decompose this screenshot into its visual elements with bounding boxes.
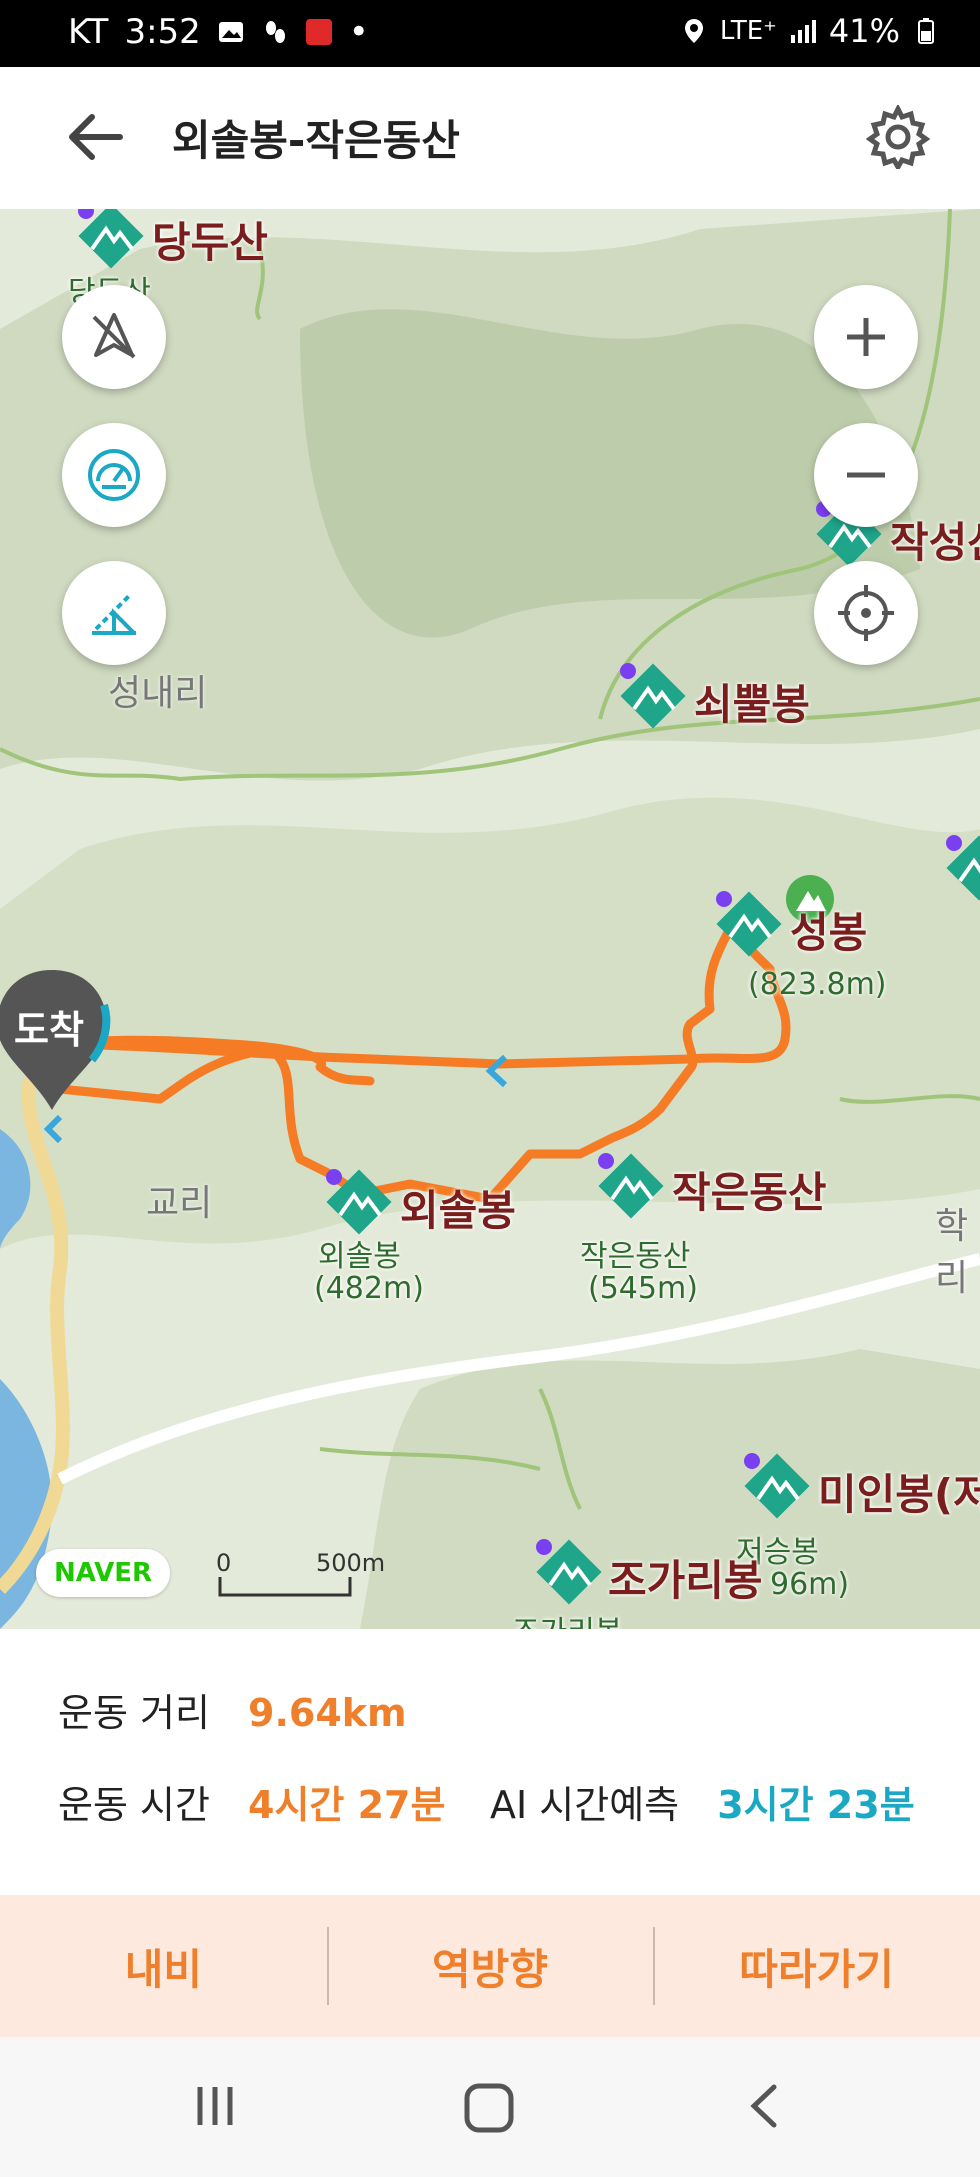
peak-label: 성봉 <box>790 908 868 957</box>
mountain-peak-icon[interactable] <box>324 1167 394 1237</box>
peak-sub-label: 작은동산 <box>580 1239 691 1274</box>
peak-label: 미인봉(저 <box>818 1470 980 1519</box>
navi-button[interactable]: 내비 <box>0 1895 327 2037</box>
peak-sub-label: 외솔봉 <box>318 1239 401 1274</box>
peak-sub-label: (823.8m) <box>748 967 887 1002</box>
arrival-label: 도착 <box>14 1008 84 1052</box>
ai-time-row: AI 시간예측 3시간 23분 <box>490 1774 915 1829</box>
time-label: 운동 시간 <box>58 1783 210 1827</box>
location-icon <box>684 19 703 43</box>
mountain-peak-icon[interactable] <box>76 209 146 271</box>
time-value: 4시간 27분 <box>248 1783 446 1827</box>
clock: 3:52 <box>124 12 201 52</box>
gallery-icon <box>218 22 243 42</box>
slope-button[interactable] <box>62 561 166 665</box>
action-bar: 내비 역방향 따라가기 <box>0 1895 980 2037</box>
mountain-peak-icon[interactable] <box>618 661 688 731</box>
recents-icon[interactable] <box>190 2081 240 2131</box>
time-row: 운동 시간 4시간 27분 <box>58 1774 445 1829</box>
page-title: 외솔봉-작은동산 <box>172 116 460 165</box>
app-header: 외솔봉-작은동산 <box>0 67 980 209</box>
peak-label: 조가리봉 <box>608 1556 763 1605</box>
peak-label: 작성산 <box>890 518 980 567</box>
locate-button[interactable] <box>814 561 918 665</box>
peak-label: 외솔봉 <box>400 1186 516 1235</box>
slope-icon <box>92 593 136 635</box>
peak-label: 당두산 <box>152 218 268 267</box>
scale-line <box>218 1577 352 1597</box>
scale-end: 500m <box>316 1549 386 1577</box>
network-type: LTE⁺ <box>719 16 777 46</box>
zoom-in-icon <box>847 318 885 356</box>
zoom-in-button[interactable] <box>814 285 918 389</box>
compass-off-icon <box>92 313 136 359</box>
battery-icon <box>918 18 934 44</box>
mountain-peak-icon[interactable] <box>742 1451 812 1521</box>
dot-indicator: • <box>348 12 369 52</box>
distance-value: 9.64km <box>248 1691 407 1735</box>
place-label: 성내리 <box>108 673 208 714</box>
place-label: 교리 <box>146 1183 213 1224</box>
distance-label: 운동 거리 <box>58 1691 210 1735</box>
footprint-icon <box>265 21 285 43</box>
zoom-out-button[interactable] <box>814 423 918 527</box>
signal-icon <box>790 20 816 43</box>
scale-start: 0 <box>216 1549 232 1577</box>
carrier: KT <box>68 12 109 52</box>
map-view[interactable]: 도착 성내리 교리 학리 당두산 당두산 작성산 쇠뿔봉 성봉 (823.8m)… <box>0 209 980 1629</box>
status-bar: KT 3:52 • LTE⁺ 41% <box>0 0 980 67</box>
back-icon[interactable] <box>740 2081 790 2131</box>
ai-time-value: 3시간 23분 <box>717 1783 915 1827</box>
speedometer-icon <box>88 449 140 501</box>
follow-button[interactable]: 따라가기 <box>653 1895 980 2037</box>
locate-icon <box>838 585 894 641</box>
system-nav-bar <box>0 2037 980 2177</box>
reverse-button[interactable]: 역방향 <box>326 1895 654 2037</box>
place-label: 학리 <box>935 1206 969 1299</box>
zoom-out-icon <box>847 472 885 478</box>
peak-sub-label: 조가리봉 <box>512 1607 622 1629</box>
peak-height: (482m) <box>314 1271 424 1306</box>
mountain-peak-icon[interactable] <box>944 833 980 903</box>
ai-time-label: AI 시간예측 <box>490 1783 680 1827</box>
peak-label: 작은동산 <box>672 1168 827 1217</box>
home-icon[interactable] <box>462 2081 516 2135</box>
mountain-peak-icon[interactable] <box>596 1151 666 1221</box>
battery-percent: 41% <box>828 12 900 50</box>
speed-button[interactable] <box>62 423 166 527</box>
peak-label: 쇠뿔봉 <box>694 680 810 729</box>
scale-bar: 0 500m <box>216 1549 386 1599</box>
compass-off-button[interactable] <box>62 285 166 389</box>
peak-height: 96m) <box>770 1567 850 1602</box>
mountain-peak-icon[interactable] <box>534 1537 604 1607</box>
stats-panel: 운동 거리 9.64km 운동 시간 4시간 27분 AI 시간예측 3시간 2… <box>0 1630 980 1895</box>
peak-height: (545m) <box>588 1271 698 1306</box>
app-badge-icon <box>305 19 332 45</box>
mountain-peak-icon[interactable] <box>714 889 784 959</box>
gear-icon[interactable] <box>866 105 930 169</box>
back-arrow-icon[interactable] <box>60 105 130 169</box>
distance-row: 운동 거리 9.64km <box>58 1682 407 1737</box>
naver-logo: NAVER <box>36 1549 170 1597</box>
